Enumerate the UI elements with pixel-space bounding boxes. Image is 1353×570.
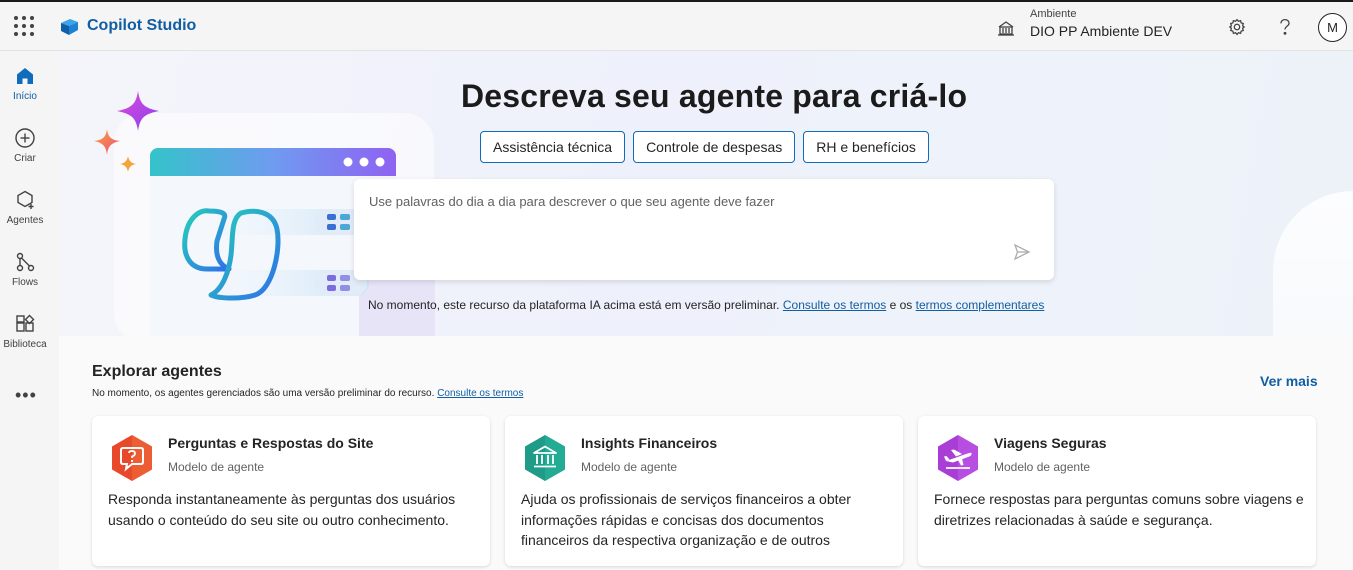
add-circle-icon: [15, 128, 35, 148]
copilot-studio-logo: [61, 19, 78, 35]
send-icon[interactable]: [1012, 242, 1032, 262]
nav-label-flows: Flows: [11, 277, 39, 288]
agent-card-viagens-seguras[interactable]: Viagens Seguras Modelo de agente Fornece…: [918, 416, 1316, 566]
chip-rh-e-beneficios[interactable]: RH e benefícios: [803, 131, 929, 163]
environment-name[interactable]: DIO PP Ambiente DEV: [1030, 23, 1172, 39]
question-chat-icon: [112, 435, 152, 481]
suggestion-chips: Assistência técnica Controle de despesas…: [480, 131, 937, 163]
nav-item-flows[interactable]: Flows: [0, 243, 50, 299]
card-description: Ajuda os profissionais de serviços finan…: [521, 491, 851, 548]
card-title: Insights Financeiros: [581, 435, 718, 451]
prompt-box: [354, 179, 1054, 280]
card-type: Modelo de agente: [581, 460, 678, 474]
section-subtitle: No momento, os agentes gerenciados são u…: [92, 388, 523, 399]
disclaimer-and: e os: [889, 298, 913, 312]
supplemental-terms-link[interactable]: termos complementares: [916, 298, 1045, 312]
chip-assistencia-tecnica[interactable]: Assistência técnica: [480, 131, 626, 163]
flows-icon: [16, 252, 35, 272]
section-terms-link[interactable]: Consulte os termos: [437, 388, 523, 399]
library-icon: [16, 314, 35, 332]
nav-label-criar: Criar: [14, 153, 36, 164]
bank-icon: [525, 435, 565, 481]
help-button[interactable]: [1272, 14, 1298, 40]
explore-agents-section: Explorar agentes No momento, os agentes …: [59, 336, 1353, 570]
hero-section: Descreva seu agente para criá-lo Assistê…: [59, 51, 1353, 336]
card-type: Modelo de agente: [168, 460, 265, 474]
nav-item-criar[interactable]: Criar: [0, 119, 50, 175]
nav-item-agentes[interactable]: Agentes: [0, 181, 50, 237]
app-launcher-icon[interactable]: [14, 16, 34, 36]
hero-title: Descreva seu agente para criá-lo: [461, 78, 968, 114]
environment-label: Ambiente: [1030, 8, 1077, 20]
section-subtitle-text: No momento, os agentes gerenciados são u…: [92, 388, 435, 399]
card-description: Fornece respostas para perguntas comuns …: [934, 491, 1304, 528]
airplane-icon: [938, 435, 978, 481]
environment-icon[interactable]: [996, 18, 1016, 38]
main-content: Descreva seu agente para criá-lo Assistê…: [59, 51, 1353, 570]
preview-disclaimer: No momento, este recurso da plataforma I…: [368, 298, 1044, 312]
agent-description-input[interactable]: [369, 194, 989, 209]
card-title: Viagens Seguras: [994, 435, 1107, 451]
see-more-link[interactable]: Ver mais: [1260, 373, 1318, 389]
left-nav: Início Criar Agentes Flows Biblioteca ••…: [0, 51, 50, 570]
home-icon: [17, 68, 33, 84]
disclaimer-text: No momento, este recurso da plataforma I…: [368, 298, 780, 312]
agent-card-insights-financeiros[interactable]: Insights Financeiros Modelo de agente Aj…: [505, 416, 903, 566]
avatar[interactable]: M: [1318, 13, 1347, 42]
card-description: Responda instantaneamente às perguntas d…: [108, 491, 456, 528]
nav-label-agentes: Agentes: [6, 215, 44, 226]
agent-card-perguntas-respostas[interactable]: Perguntas e Respostas do Site Modelo de …: [92, 416, 490, 566]
app-name[interactable]: Copilot Studio: [87, 17, 196, 35]
nav-item-inicio[interactable]: Início: [0, 57, 50, 113]
help-icon: [1280, 18, 1290, 35]
nav-label-inicio: Início: [13, 91, 37, 102]
top-bar: Copilot Studio Ambiente DIO PP Ambiente …: [0, 0, 1353, 51]
section-title: Explorar agentes: [92, 363, 222, 380]
agents-icon: [17, 190, 34, 209]
gear-icon: [1228, 18, 1246, 36]
card-title: Perguntas e Respostas do Site: [168, 435, 374, 451]
nav-label-biblioteca: Biblioteca: [3, 339, 47, 350]
hero-decoration: [1273, 191, 1353, 336]
terms-link[interactable]: Consulte os termos: [783, 298, 886, 312]
chip-controle-de-despesas[interactable]: Controle de despesas: [633, 131, 796, 163]
nav-item-biblioteca[interactable]: Biblioteca: [0, 305, 50, 361]
more-icon[interactable]: •••: [15, 385, 37, 406]
settings-button[interactable]: [1224, 14, 1250, 40]
card-type: Modelo de agente: [994, 460, 1091, 474]
